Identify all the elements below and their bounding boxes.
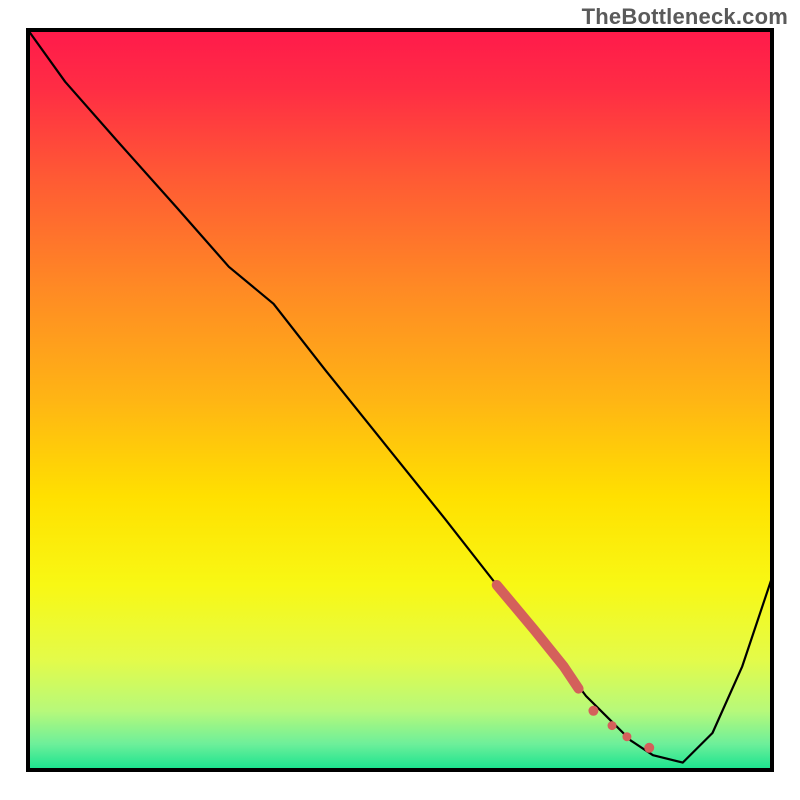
chart-frame: TheBottleneck.com	[0, 0, 800, 800]
plot-background	[28, 30, 772, 770]
highlight-dot	[588, 706, 598, 716]
watermark-text: TheBottleneck.com	[582, 4, 788, 30]
chart-svg	[0, 0, 800, 800]
highlight-dot	[608, 721, 617, 730]
highlight-dot	[622, 732, 631, 741]
highlight-dot	[644, 743, 654, 753]
